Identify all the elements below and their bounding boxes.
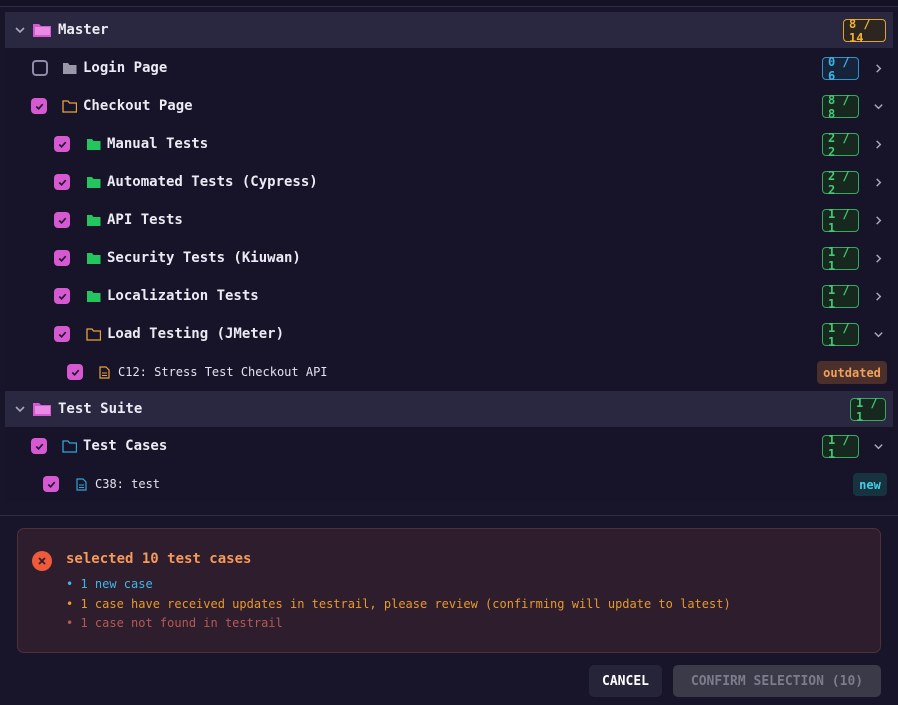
folder-label: Automated Tests (Cypress) [107,174,318,190]
folder-icon [85,251,101,265]
case-label: C12: Stress Test Checkout API [118,365,328,379]
alert-line-new: • 1 new case [66,577,153,591]
folder-icon [85,213,101,227]
case-row-c12[interactable]: C12: Stress Test Checkout API outdated [5,353,893,391]
folder-label: Localization Tests [107,288,259,304]
chevron-right-icon[interactable] [871,213,885,227]
folder-label: Login Page [83,60,168,76]
document-icon [98,365,110,379]
count-badge: 0 / 6 [822,55,859,83]
checkbox[interactable] [43,476,59,492]
folder-label: Security Tests (Kiuwan) [107,250,301,266]
folder-label: Load Testing (JMeter) [107,326,285,342]
count-badge: 8 / 8 [822,93,859,121]
selection-summary-alert: selected 10 test cases • 1 new case • 1 … [17,528,881,653]
checkbox[interactable] [54,288,70,304]
folder-label: API Tests [107,212,183,228]
checkbox[interactable] [67,364,83,380]
folder-row-load-testing[interactable]: Load Testing (JMeter) 1 / 1 [5,315,893,353]
confirm-selection-button[interactable]: CONFIRM SELECTION (10) [673,665,881,697]
alert-line-updated: • 1 case have received updates in testra… [66,597,731,611]
chevron-down-icon[interactable] [871,439,885,453]
chevron-right-icon[interactable] [871,61,885,75]
count-badge: 1 / 1 [850,396,886,424]
folder-open-icon [85,327,101,341]
folder-row-automated-tests[interactable]: Automated Tests (Cypress) 2 / 2 [5,163,893,201]
group-title: Master [58,22,109,38]
chevron-right-icon[interactable] [871,175,885,189]
folder-icon [32,21,52,39]
status-badge: outdated [817,361,887,384]
chevron-down-icon[interactable] [13,12,27,48]
error-icon [32,551,52,571]
alert-line-not-found: • 1 case not found in testrail [66,616,283,630]
group-test-suite[interactable]: Test Suite 1 / 1 [5,391,893,427]
folder-row-api-tests[interactable]: API Tests 1 / 1 [5,201,893,239]
checkbox[interactable] [54,212,70,228]
count-badge: 1 / 1 [822,321,859,349]
count-badge: 8 / 14 [843,17,886,45]
folder-label: Checkout Page [83,98,193,114]
top-divider [0,0,898,7]
chevron-down-icon[interactable] [871,99,885,113]
folder-label: Test Cases [83,438,168,454]
group-title: Test Suite [58,401,143,417]
checkbox[interactable] [31,438,47,454]
count-badge: 1 / 1 [822,207,859,235]
document-icon [75,477,87,491]
folder-row-checkout-page[interactable]: Checkout Page 8 / 8 [5,87,893,125]
count-badge: 2 / 2 [822,169,859,197]
test-tree: Master 8 / 14 Login Page 0 / 6 Checkout … [5,12,893,502]
folder-icon [32,400,52,418]
checkbox[interactable] [32,60,48,76]
count-badge: 1 / 1 [822,433,859,461]
checkbox[interactable] [54,326,70,342]
checkbox[interactable] [54,250,70,266]
checkbox[interactable] [54,136,70,152]
chevron-down-icon[interactable] [871,327,885,341]
folder-row-manual-tests[interactable]: Manual Tests 2 / 2 [5,125,893,163]
chevron-down-icon[interactable] [13,391,27,427]
folder-row-test-cases[interactable]: Test Cases 1 / 1 [5,427,893,465]
case-row-c38[interactable]: C38: test new [5,465,893,503]
divider [0,515,898,516]
folder-row-login-page[interactable]: Login Page 0 / 6 [5,49,893,87]
chevron-right-icon[interactable] [871,251,885,265]
status-badge: new [853,473,887,496]
chevron-right-icon[interactable] [871,137,885,151]
group-master[interactable]: Master 8 / 14 [5,12,893,48]
folder-icon [61,61,77,75]
folder-row-localization-tests[interactable]: Localization Tests 1 / 1 [5,277,893,315]
folder-icon [85,289,101,303]
folder-label: Manual Tests [107,136,209,152]
checkbox[interactable] [54,174,70,190]
folder-icon [85,137,101,151]
folder-open-icon [61,439,77,453]
case-label: C38: test [95,477,161,491]
count-badge: 1 / 1 [822,283,859,311]
folder-open-icon [61,99,77,113]
count-badge: 2 / 2 [822,131,859,159]
folder-icon [85,175,101,189]
count-badge: 1 / 1 [822,245,859,273]
checkbox[interactable] [31,98,47,114]
alert-title: selected 10 test cases [66,551,252,567]
chevron-right-icon[interactable] [871,289,885,303]
folder-row-security-tests[interactable]: Security Tests (Kiuwan) 1 / 1 [5,239,893,277]
cancel-button[interactable]: CANCEL [589,665,662,697]
